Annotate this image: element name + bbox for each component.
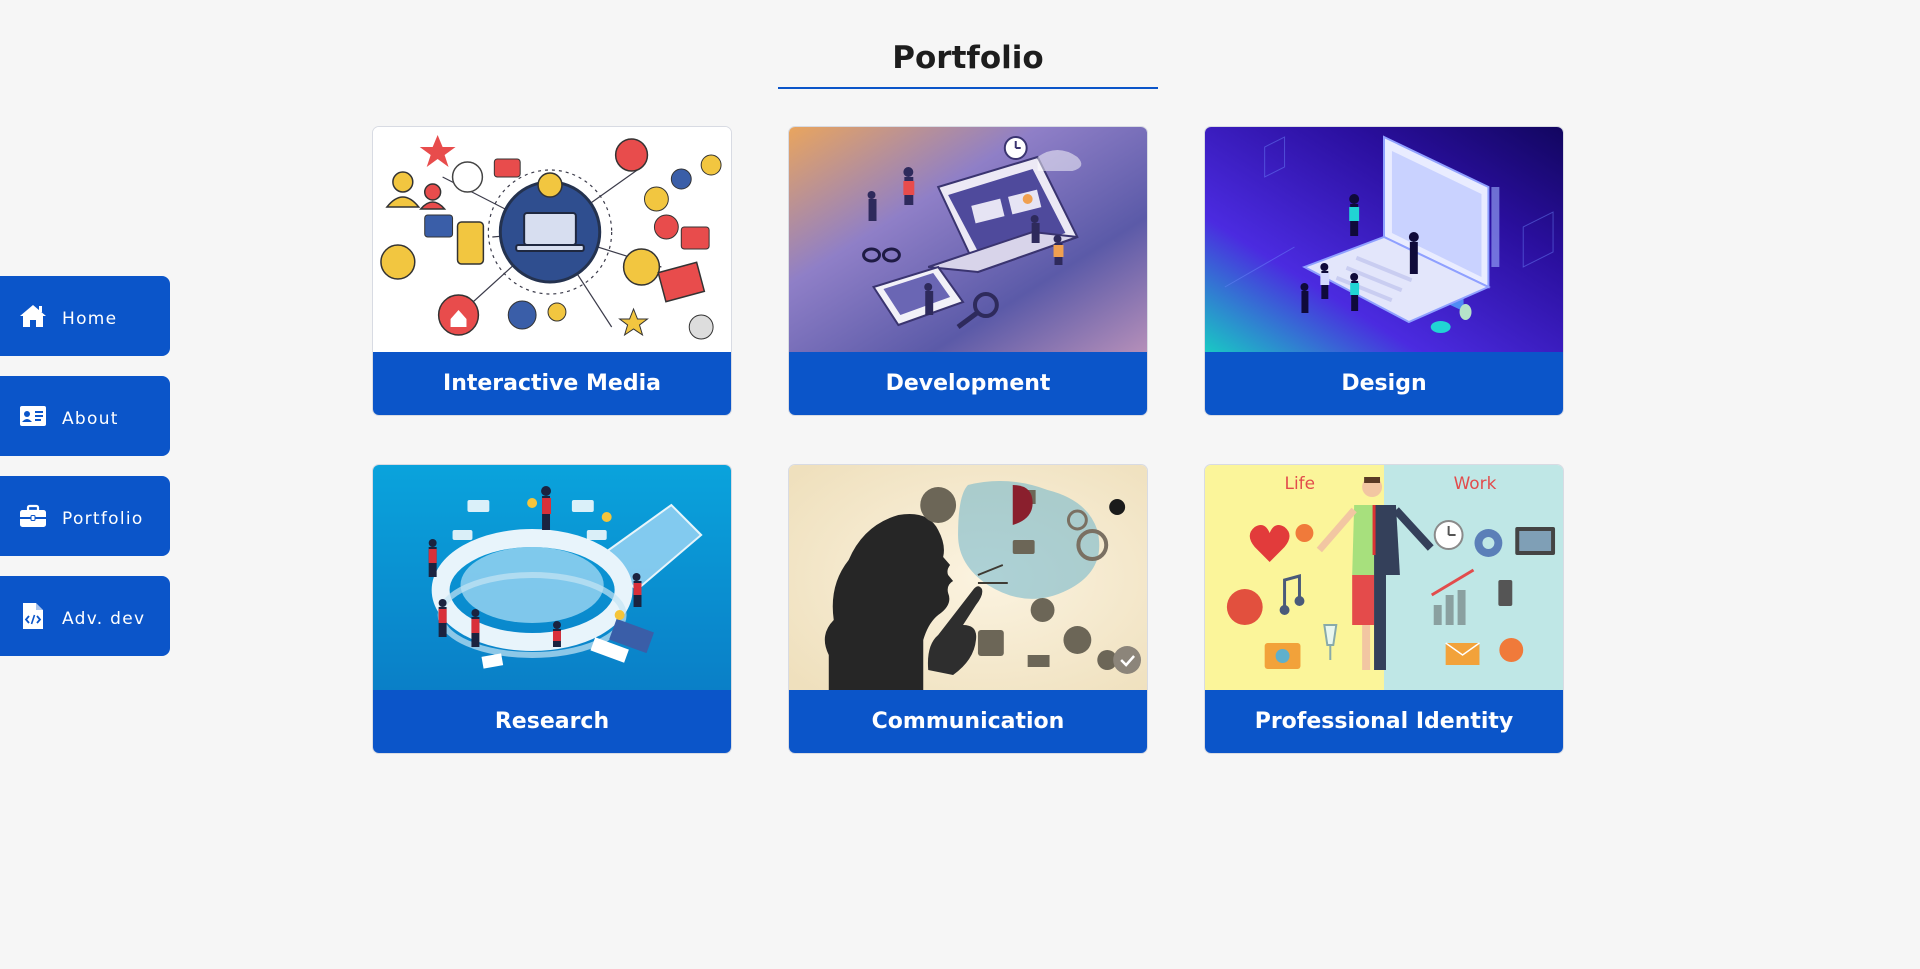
nav-label-about: About bbox=[62, 409, 119, 429]
development-illustration bbox=[789, 127, 1147, 352]
nav-item-about[interactable]: About bbox=[0, 376, 170, 456]
page-title: Portfolio bbox=[892, 40, 1044, 76]
nav-label-adv-dev: Adv. dev bbox=[62, 609, 146, 629]
card-label: Development bbox=[789, 352, 1147, 415]
nav-label-portfolio: Portfolio bbox=[62, 509, 144, 529]
work-label: Work bbox=[1454, 473, 1497, 493]
card-label: Research bbox=[373, 690, 731, 753]
research-illustration bbox=[373, 465, 731, 690]
id-card-icon bbox=[18, 401, 48, 431]
card-interactive-media[interactable]: Interactive Media bbox=[372, 126, 732, 416]
side-nav: Home About Portfolio Adv. dev bbox=[0, 276, 170, 676]
card-communication[interactable]: Communication bbox=[788, 464, 1148, 754]
portfolio-grid: Interactive Media Development Design Res… bbox=[372, 126, 1564, 754]
card-development[interactable]: Development bbox=[788, 126, 1148, 416]
card-label: Professional Identity bbox=[1205, 690, 1563, 753]
card-label: Communication bbox=[789, 690, 1147, 753]
card-professional-identity[interactable]: Life Work Professional Identity bbox=[1204, 464, 1564, 754]
title-underline bbox=[778, 87, 1158, 89]
home-icon bbox=[18, 301, 48, 331]
professional-identity-illustration: Life Work bbox=[1205, 465, 1563, 690]
card-label: Interactive Media bbox=[373, 352, 731, 415]
card-design[interactable]: Design bbox=[1204, 126, 1564, 416]
card-label: Design bbox=[1205, 352, 1563, 415]
nav-item-portfolio[interactable]: Portfolio bbox=[0, 476, 170, 556]
nav-item-adv-dev[interactable]: Adv. dev bbox=[0, 576, 170, 656]
code-file-icon bbox=[18, 601, 48, 631]
interactive-media-illustration bbox=[373, 127, 731, 352]
card-research[interactable]: Research bbox=[372, 464, 732, 754]
nav-item-home[interactable]: Home bbox=[0, 276, 170, 356]
design-illustration bbox=[1205, 127, 1563, 352]
communication-illustration bbox=[789, 465, 1147, 690]
life-label: Life bbox=[1285, 473, 1315, 493]
nav-label-home: Home bbox=[62, 309, 118, 329]
briefcase-icon bbox=[18, 501, 48, 531]
